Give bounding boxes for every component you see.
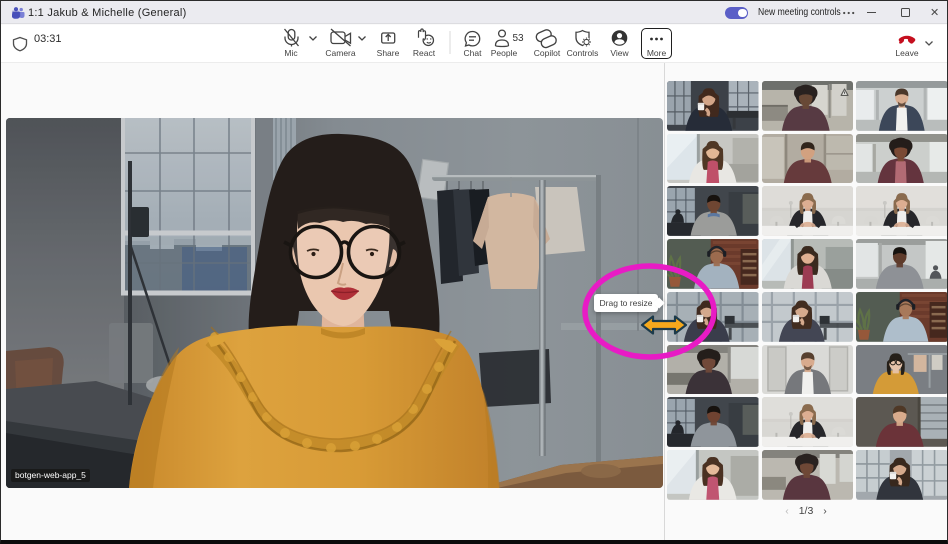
svg-text:53: 53 <box>513 33 525 44</box>
